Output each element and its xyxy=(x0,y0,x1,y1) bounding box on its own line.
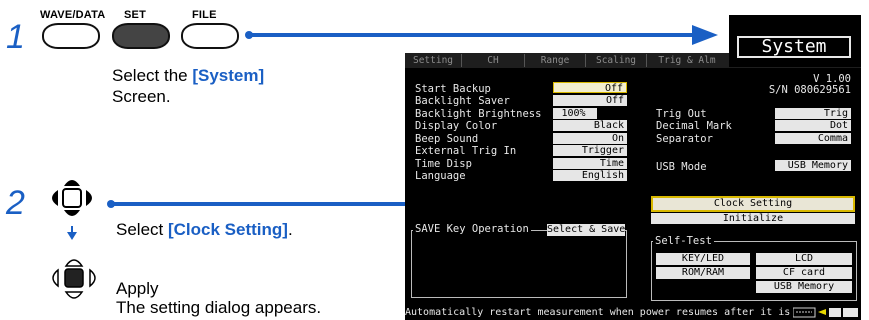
start-backup-value[interactable]: Off xyxy=(553,82,627,94)
initialize-button[interactable]: Initialize xyxy=(651,213,855,224)
key-led-test-button[interactable]: KEY/LED xyxy=(656,253,750,265)
save-key-operation-value[interactable]: Select & Save xyxy=(547,224,625,236)
self-test-title: Self-Test xyxy=(653,235,714,247)
dpad-icon[interactable] xyxy=(40,168,104,248)
time-disp-label: Time Disp xyxy=(415,158,472,170)
step-1-instruction: Select the [System] Screen. xyxy=(112,65,352,107)
step-1-text: Select the xyxy=(112,66,193,85)
start-backup-label: Start Backup xyxy=(415,83,491,95)
trig-out-label: Trig Out xyxy=(656,108,707,120)
language-label: Language xyxy=(415,170,466,182)
time-disp-value[interactable]: Time xyxy=(553,158,627,169)
step-1-number: 1 xyxy=(6,18,25,56)
save-key-group xyxy=(411,230,627,298)
apply-label: Apply xyxy=(116,279,159,298)
device-screen: Setting CH Range Scaling Trig & Alm V 1.… xyxy=(405,53,861,320)
decimal-mark-value[interactable]: Dot xyxy=(775,120,851,131)
wave-data-key[interactable] xyxy=(42,23,100,49)
backlight-saver-label: Backlight Saver xyxy=(415,95,510,107)
status-text: Automatically restart measurement when p… xyxy=(405,307,791,318)
step-2-number: 2 xyxy=(6,184,25,222)
external-trig-in-label: External Trig In xyxy=(415,145,517,157)
beep-sound-label: Beep Sound xyxy=(415,133,479,145)
rom-ram-test-button[interactable]: ROM/RAM xyxy=(656,267,750,279)
lcd-test-button[interactable]: LCD xyxy=(756,253,852,265)
backlight-brightness-label: Backlight Brightness xyxy=(415,108,542,120)
decimal-mark-label: Decimal Mark xyxy=(656,120,732,132)
beep-sound-value[interactable]: On xyxy=(553,133,627,144)
language-value[interactable]: English xyxy=(553,170,627,181)
set-key[interactable] xyxy=(112,23,170,49)
file-key[interactable] xyxy=(181,23,239,49)
arrow-to-system-icon xyxy=(245,25,718,45)
status-icons xyxy=(793,307,858,318)
step-2-instruction: Select [Clock Setting]. xyxy=(116,219,293,240)
tab-scaling[interactable]: Scaling xyxy=(586,54,647,67)
system-highlight: [System] xyxy=(192,66,265,85)
tab-ch[interactable]: CH xyxy=(462,54,525,67)
clock-setting-button[interactable]: Clock Setting xyxy=(651,196,855,212)
trig-out-value[interactable]: Trig xyxy=(775,108,851,119)
step-2-text: Select xyxy=(116,220,168,239)
file-key-label: FILE xyxy=(192,9,217,21)
set-key-label: SET xyxy=(124,9,146,21)
save-key-operation-label: SAVE Key Operation xyxy=(413,223,531,235)
enter-key-icon[interactable] xyxy=(46,252,102,320)
usb-mode-label: USB Mode xyxy=(656,161,707,173)
tab-trig-alm[interactable]: Trig & Alm xyxy=(647,54,727,67)
cf-card-test-button[interactable]: CF card xyxy=(756,267,852,279)
wave-data-key-label: WAVE/DATA xyxy=(40,9,106,21)
step-1-text-2: Screen. xyxy=(112,87,171,106)
usb-mode-value[interactable]: USB Memory xyxy=(775,160,851,171)
backlight-saver-value[interactable]: Off xyxy=(553,95,627,106)
clock-setting-highlight: [Clock Setting] xyxy=(167,220,288,239)
display-color-label: Display Color xyxy=(415,120,498,132)
backlight-brightness-value[interactable]: 100% xyxy=(553,108,597,119)
system-title[interactable]: System xyxy=(737,36,851,58)
step-2-period: . xyxy=(287,220,293,239)
tab-setting[interactable]: Setting xyxy=(405,54,462,67)
apply-description: The setting dialog appears. xyxy=(116,298,322,317)
serial-number: S/N 080629561 xyxy=(768,84,851,96)
display-color-value[interactable]: Black xyxy=(553,120,627,131)
separator-value[interactable]: Comma xyxy=(775,133,851,144)
external-trig-in-value[interactable]: Trigger xyxy=(553,145,627,156)
separator-label: Separator xyxy=(656,133,713,145)
usb-memory-test-button[interactable]: USB Memory xyxy=(756,281,852,293)
tab-range[interactable]: Range xyxy=(525,54,586,67)
